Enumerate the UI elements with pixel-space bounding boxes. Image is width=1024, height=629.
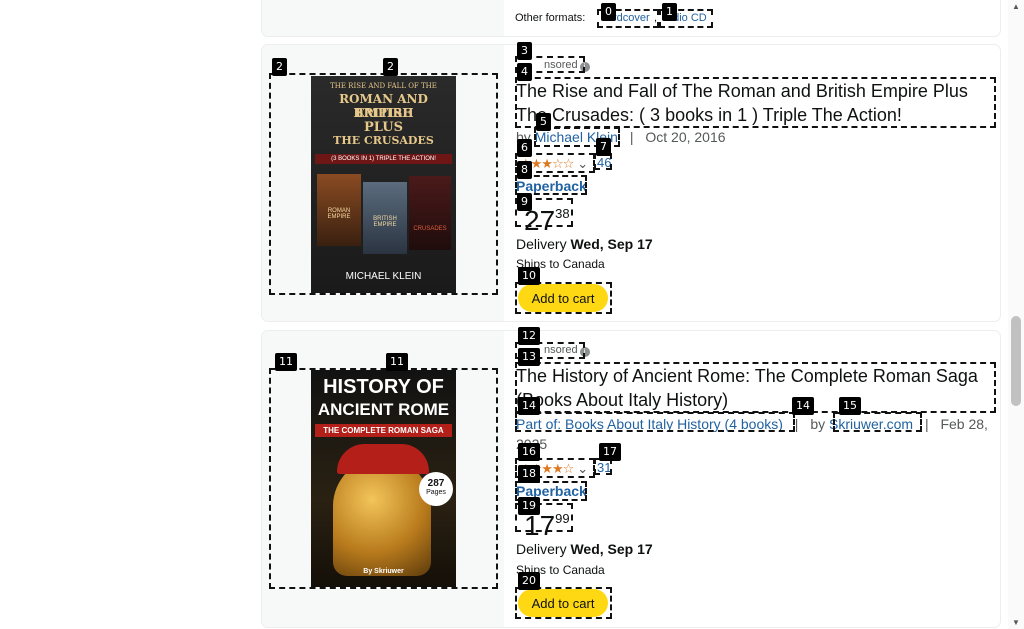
page-scrollbar[interactable]: ▲ ▼ xyxy=(1008,0,1024,629)
tag-18: 18 xyxy=(518,465,540,483)
tag-2a: 2 xyxy=(272,58,287,76)
tag-14b: 14 xyxy=(792,397,814,415)
tag-0: 0 xyxy=(601,3,616,21)
tag-15: 15 xyxy=(839,397,861,415)
tag-13: 13 xyxy=(518,348,540,366)
tag-9: 9 xyxy=(517,193,532,211)
tag-20: 20 xyxy=(518,572,540,590)
tag-14a: 14 xyxy=(518,397,540,415)
tag-4: 4 xyxy=(517,63,532,81)
tag-19: 19 xyxy=(518,497,540,515)
product-1-delivery: Delivery Wed, Sep 17 xyxy=(516,236,653,252)
tag-12: 12 xyxy=(518,327,540,345)
product-2-delivery: Delivery Wed, Sep 17 xyxy=(516,541,653,557)
other-formats-label: Other formats: xyxy=(515,12,586,24)
tag-17: 17 xyxy=(599,443,621,461)
tag-10: 10 xyxy=(518,267,540,285)
tag-3: 3 xyxy=(517,42,532,60)
tag-6: 6 xyxy=(517,139,532,157)
tag-2b: 2 xyxy=(383,58,398,76)
tag-5: 5 xyxy=(536,113,551,131)
top-image-pane xyxy=(262,0,504,36)
tag-11b: 11 xyxy=(386,353,408,371)
tag-16: 16 xyxy=(518,443,540,461)
tag-7: 7 xyxy=(596,138,611,156)
tag-11a: 11 xyxy=(275,353,297,371)
tag-1: 1 xyxy=(662,3,677,21)
scroll-up-arrow-icon[interactable]: ▲ xyxy=(1012,2,1020,11)
product-1-date: Oct 20, 2016 xyxy=(645,129,726,145)
tag-8: 8 xyxy=(517,161,532,179)
scroll-down-arrow-icon[interactable]: ▼ xyxy=(1012,618,1020,627)
scrollbar-thumb[interactable] xyxy=(1011,316,1021,406)
